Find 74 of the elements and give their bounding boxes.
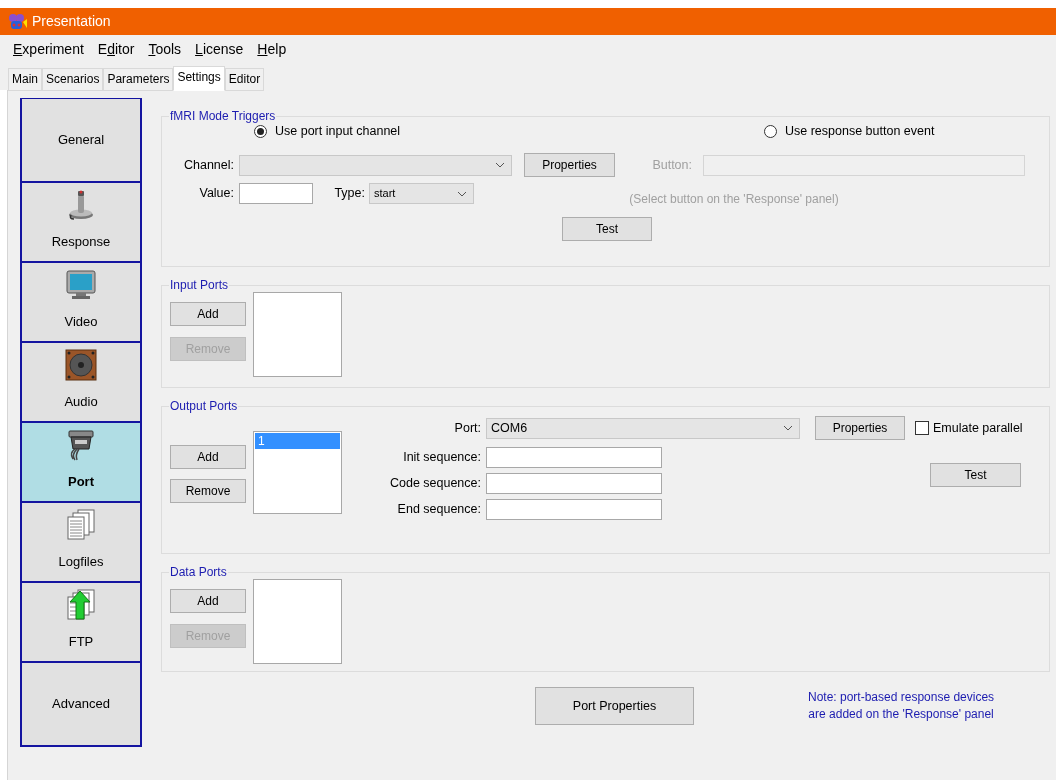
sidebar-label: Audio [64, 392, 98, 411]
field-label: Type: [333, 185, 365, 203]
upload-icon [65, 589, 97, 621]
note-text: Note: port-based response devices are added on the 'Response' panel [808, 689, 995, 723]
tab[interactable]: Parameters [103, 68, 174, 91]
add-button[interactable]: Add [170, 445, 246, 469]
menu-item[interactable]: Help [257, 39, 287, 60]
menu-item[interactable]: Tools [148, 39, 182, 60]
tab[interactable]: Main [8, 68, 42, 91]
field-label: End sequence: [396, 501, 481, 519]
monitor-icon [65, 269, 97, 301]
group-title: fMRI Mode Triggers [169, 109, 277, 123]
sequence-field[interactable] [486, 499, 662, 520]
field-label: Button: [651, 156, 692, 174]
sidebar-label: Response [51, 232, 111, 251]
sidebar-label: Video [64, 312, 98, 331]
butterfly-icon [8, 13, 28, 30]
sidebar-label: Logfiles [58, 552, 104, 571]
sidebar-item[interactable]: General [22, 99, 140, 181]
menu-item[interactable]: License [195, 39, 244, 60]
menu-item[interactable]: Experiment [13, 39, 84, 60]
test-button[interactable]: Test [930, 463, 1021, 487]
test-button[interactable]: Test [562, 217, 652, 241]
tab[interactable]: Editor [224, 68, 265, 91]
add-button[interactable]: Add [170, 589, 246, 613]
group-title: Data Ports [169, 565, 228, 579]
properties-button[interactable]: Properties [815, 416, 905, 440]
value-field[interactable] [239, 183, 313, 204]
sidebar-label: General [57, 131, 105, 150]
sidebar-item[interactable]: Logfiles [22, 501, 140, 581]
port-properties-button[interactable]: Port Properties [535, 687, 694, 725]
documents-icon [65, 509, 97, 541]
checkbox-label: Emulate parallel [933, 419, 1023, 437]
port-list[interactable] [253, 292, 342, 377]
sidebar-item[interactable]: Video [22, 261, 140, 341]
sequence-field[interactable] [486, 473, 662, 494]
sequence-field[interactable] [486, 447, 662, 468]
radio-button[interactable] [764, 124, 777, 138]
chevron-icon [783, 425, 793, 431]
field-label: Code sequence: [388, 475, 481, 493]
checkbox[interactable] [915, 421, 929, 435]
radio-label: Use response button event [785, 122, 935, 140]
sidebar-item[interactable]: Port [22, 421, 140, 501]
menu-item[interactable]: Editor [97, 39, 135, 60]
port-dropdown[interactable]: COM6 [486, 417, 800, 439]
radio-button[interactable] [254, 124, 267, 138]
sidebar-label: FTP [68, 632, 94, 651]
chevron-icon [495, 162, 505, 168]
sidebar-item[interactable]: Advanced [22, 661, 140, 745]
sidebar-label: Port [68, 472, 94, 491]
radio-label: Use port input channel [275, 123, 401, 140]
add-button[interactable]: Add [170, 302, 246, 326]
connector-icon [65, 429, 97, 461]
sidebar-item[interactable]: Response [22, 181, 140, 261]
sidebar-item[interactable]: Audio [22, 341, 140, 421]
remove-button[interactable]: Remove [170, 479, 246, 503]
chevron-icon [457, 190, 467, 197]
field-label: Port: [453, 419, 481, 437]
group-title: Input Ports [169, 278, 230, 292]
type-dropdown[interactable]: start [369, 183, 474, 204]
hint-text: (Select button on the 'Response' panel) [628, 190, 840, 208]
field-label: Value: [198, 185, 234, 203]
port-list[interactable] [253, 579, 342, 664]
sidebar-item[interactable]: FTP [22, 581, 140, 661]
tab[interactable]: Settings [173, 66, 225, 91]
speaker-icon [65, 349, 97, 381]
sidebar-label: Advanced [52, 695, 110, 714]
tab[interactable]: Scenarios [42, 68, 104, 91]
group-title: Output Ports [169, 399, 239, 413]
window-title: Presentation [32, 12, 111, 31]
field-label: Channel: [182, 156, 234, 174]
field-label: Init sequence: [402, 449, 481, 467]
channel-dropdown[interactable] [239, 154, 512, 176]
properties-button[interactable]: Properties [524, 153, 615, 177]
